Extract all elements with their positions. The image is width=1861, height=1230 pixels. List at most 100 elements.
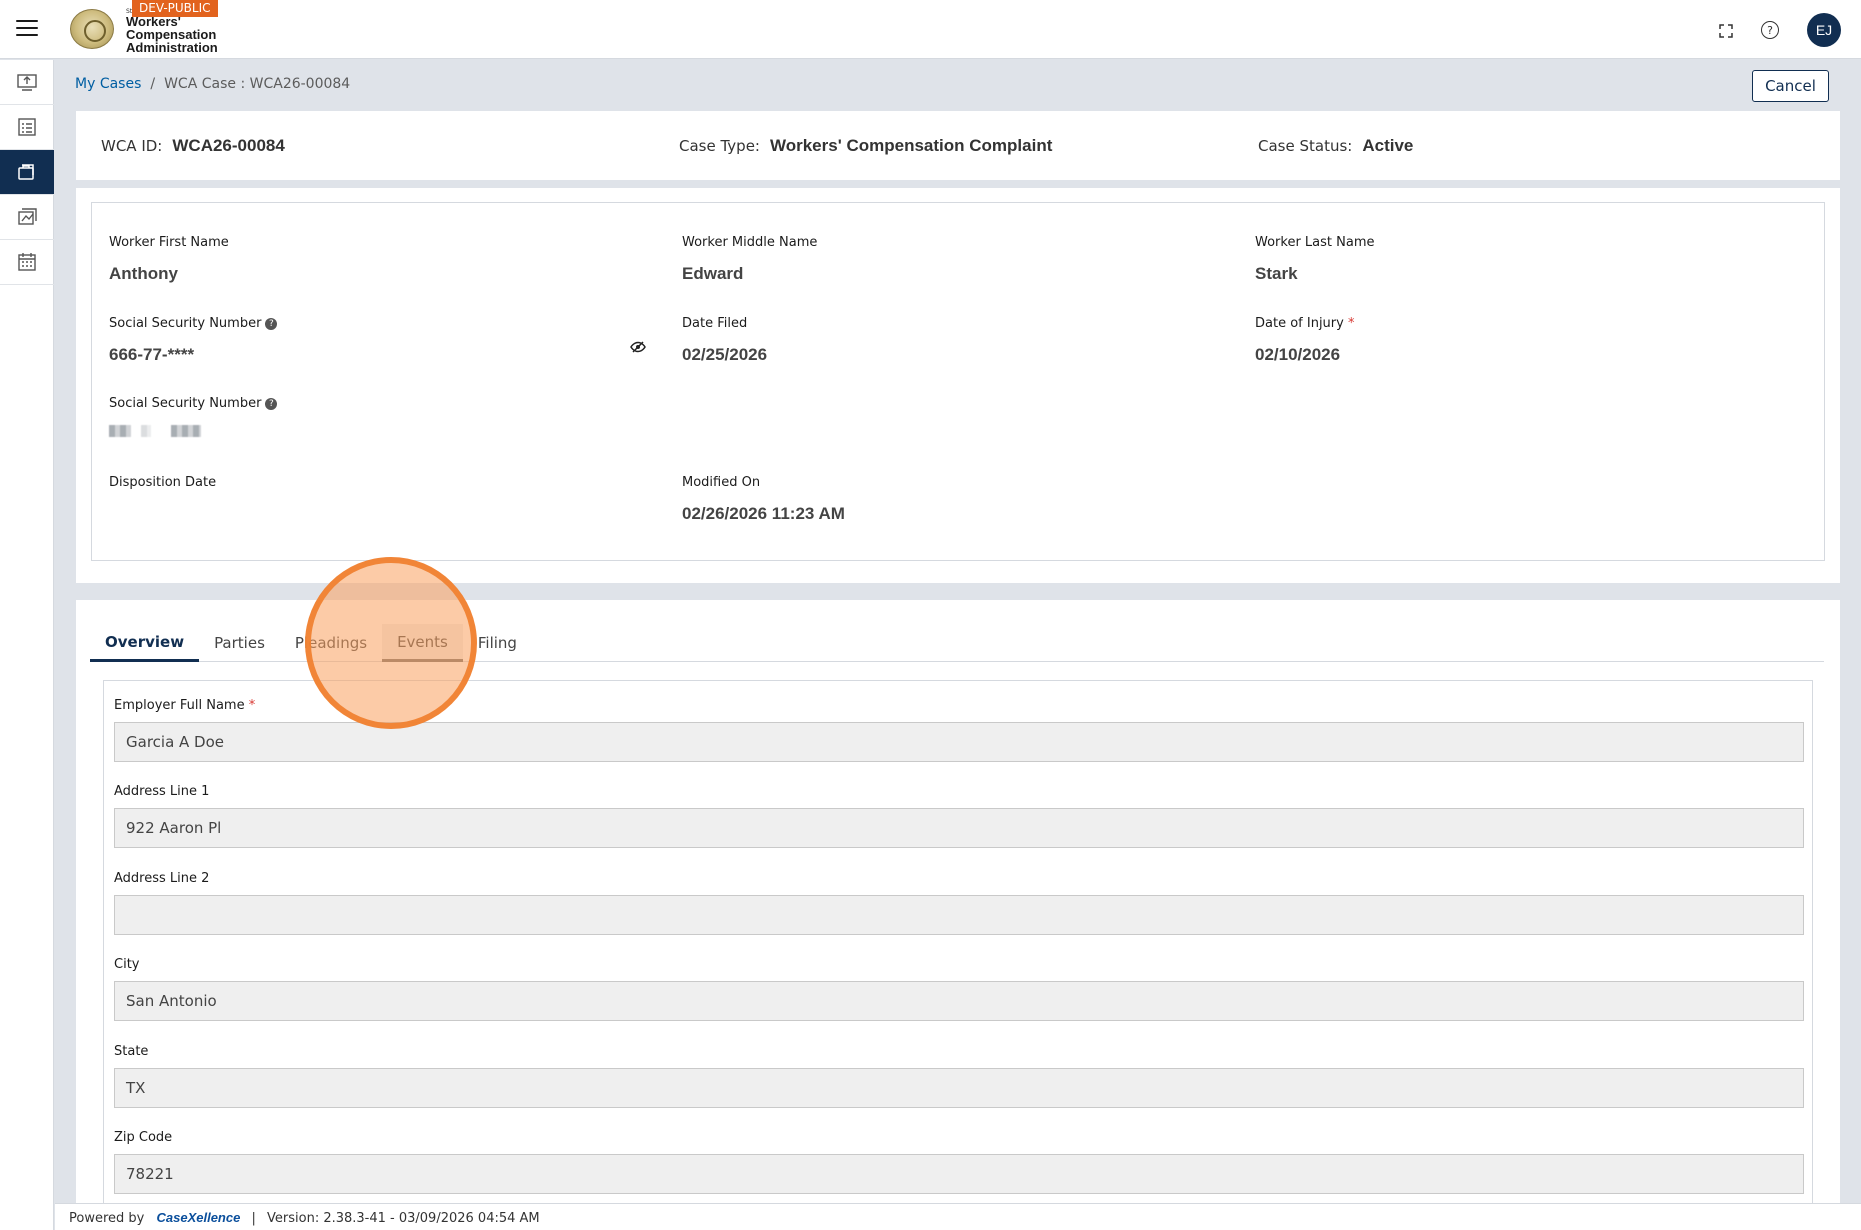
cases-icon bbox=[18, 208, 37, 225]
date-of-injury-value: 02/10/2026 bbox=[1255, 345, 1341, 364]
breadcrumb: My Cases / WCA Case : WCA26-00084 bbox=[75, 76, 350, 92]
date-filed-value: 02/25/2026 bbox=[682, 345, 768, 364]
employer-name-label-text: Employer Full Name bbox=[114, 698, 245, 713]
overview-form: Employer Full Name * Garcia A Doe Addres… bbox=[103, 680, 1813, 1230]
tab-parties[interactable]: Parties bbox=[199, 624, 280, 662]
ssn-label-text: Social Security Number bbox=[109, 316, 262, 331]
address-line-1-field: Address Line 1 922 Aaron Pl bbox=[114, 784, 1804, 848]
rail-item-documents[interactable] bbox=[0, 195, 54, 240]
tab-filing[interactable]: Filing bbox=[463, 624, 532, 662]
brand-line-3: Administration bbox=[126, 40, 218, 55]
first-name-label: Worker First Name bbox=[109, 235, 229, 250]
state-field: State TX bbox=[114, 1044, 1804, 1108]
briefcase-icon bbox=[18, 164, 34, 180]
address-line-2-input[interactable] bbox=[114, 895, 1804, 935]
breadcrumb-current: WCA Case : WCA26-00084 bbox=[164, 76, 351, 92]
modified-on-value: 02/26/2026 11:23 AM bbox=[682, 504, 845, 523]
date-filed-field: Date Filed 02/25/2026 bbox=[682, 316, 767, 365]
ssn-masked-label-text: Social Security Number bbox=[109, 396, 262, 411]
case-summary-card: WCA ID: WCA26-00084 Case Type: Workers' Co… bbox=[76, 111, 1840, 180]
masked-digits bbox=[141, 425, 151, 437]
date-of-injury-field: Date of Injury * 02/10/2026 bbox=[1255, 316, 1354, 365]
city-input[interactable]: San Antonio bbox=[114, 981, 1804, 1021]
question-circle-icon[interactable]: ? bbox=[265, 398, 278, 410]
address-line-2-field: Address Line 2 bbox=[114, 871, 1804, 935]
masked-digits bbox=[171, 425, 201, 437]
tab-overview[interactable]: Overview bbox=[90, 624, 200, 662]
modified-on-label: Modified On bbox=[682, 475, 761, 490]
address-line-1-input[interactable]: 922 Aaron Pl bbox=[114, 808, 1804, 848]
last-name-value: Stark bbox=[1255, 264, 1298, 283]
city-field: City San Antonio bbox=[114, 957, 1804, 1021]
date-filed-label: Date Filed bbox=[682, 316, 748, 331]
calendar-icon bbox=[18, 253, 36, 271]
footer: Powered by CaseXellence | Version: 2.38.… bbox=[55, 1203, 1861, 1230]
disposition-date-label: Disposition Date bbox=[109, 475, 217, 490]
required-marker: * bbox=[1347, 316, 1355, 331]
fullscreen-icon[interactable] bbox=[1719, 23, 1733, 38]
zip-code-field: Zip Code 78221 bbox=[114, 1130, 1804, 1194]
date-of-injury-label-text: Date of Injury bbox=[1255, 316, 1344, 331]
modified-on-field: Modified On 02/26/2026 11:23 AM bbox=[682, 475, 845, 524]
question-circle-icon[interactable]: ? bbox=[265, 318, 278, 330]
middle-name-value: Edward bbox=[682, 264, 744, 283]
disposition-date-field: Disposition Date bbox=[109, 475, 216, 490]
case-type: Case Type: Workers' Compensation Complain… bbox=[679, 136, 1052, 156]
ssn-masked-input[interactable] bbox=[109, 425, 277, 437]
last-name-label: Worker Last Name bbox=[1255, 235, 1375, 250]
tab-pleadings[interactable]: Pleadings bbox=[280, 624, 382, 662]
top-right-actions: ? EJ bbox=[1719, 13, 1841, 47]
rail-item-calendar[interactable] bbox=[0, 240, 54, 285]
top-bar: St Workers' Compensation Administration … bbox=[0, 0, 1861, 59]
version-text: Version: 2.38.3-41 - 03/09/2026 04:54 AM bbox=[267, 1211, 540, 1226]
middle-name-field: Worker Middle Name Edward bbox=[682, 235, 817, 284]
case-status-label: Case Status: bbox=[1258, 137, 1353, 155]
help-icon[interactable]: ? bbox=[1761, 21, 1779, 39]
wca-id-label: WCA ID: bbox=[101, 137, 163, 155]
rail-item-cases[interactable] bbox=[0, 150, 54, 195]
upload-monitor-icon bbox=[17, 74, 37, 91]
first-name-field: Worker First Name Anthony bbox=[109, 235, 229, 284]
breadcrumb-separator: / bbox=[150, 76, 156, 92]
brand-name: Workers' Compensation Administration bbox=[126, 15, 218, 54]
case-type-label: Case Type: bbox=[679, 137, 760, 155]
eye-slash-icon[interactable] bbox=[630, 339, 646, 358]
breadcrumb-my-cases-link[interactable]: My Cases bbox=[75, 76, 141, 92]
wca-id: WCA ID: WCA26-00084 bbox=[101, 136, 285, 156]
masked-digits bbox=[109, 425, 131, 437]
user-avatar[interactable]: EJ bbox=[1807, 13, 1841, 47]
case-type-value: Workers' Compensation Complaint bbox=[769, 136, 1053, 155]
menu-icon[interactable] bbox=[16, 20, 38, 38]
left-navigation-rail bbox=[0, 60, 54, 1230]
powered-by-text: Powered by bbox=[69, 1211, 145, 1226]
last-name-field: Worker Last Name Stark bbox=[1255, 235, 1375, 284]
wca-id-value: WCA26-00084 bbox=[172, 136, 285, 155]
address-line-2-label: Address Line 2 bbox=[114, 871, 210, 886]
case-status-value: Active bbox=[1362, 136, 1414, 155]
checklist-icon bbox=[18, 118, 36, 136]
worker-details-panel: Worker First Name Anthony Worker Middle … bbox=[91, 202, 1825, 561]
employer-name-input[interactable]: Garcia A Doe bbox=[114, 722, 1804, 762]
required-marker: * bbox=[248, 698, 256, 713]
cancel-button[interactable]: Cancel bbox=[1752, 70, 1829, 102]
case-tabs-card: Overview Parties Pleadings Events Filing… bbox=[76, 600, 1840, 1230]
state-seal-logo bbox=[70, 9, 114, 49]
ssn-label: Social Security Number? bbox=[109, 316, 278, 331]
ssn-masked-field: Social Security Number? bbox=[109, 396, 278, 437]
tab-events[interactable]: Events bbox=[382, 624, 463, 662]
employer-name-field: Employer Full Name * Garcia A Doe bbox=[114, 698, 1804, 762]
state-label: State bbox=[114, 1044, 149, 1059]
address-line-1-label: Address Line 1 bbox=[114, 784, 210, 799]
city-label: City bbox=[114, 957, 140, 972]
employer-name-label: Employer Full Name * bbox=[114, 698, 1804, 713]
environment-badge: DEV-PUBLIC bbox=[132, 0, 218, 17]
rail-item-tasks[interactable] bbox=[0, 105, 54, 150]
rail-item-upload[interactable] bbox=[0, 60, 54, 105]
state-input[interactable]: TX bbox=[114, 1068, 1804, 1108]
case-tabs: Overview Parties Pleadings Events Filing bbox=[90, 624, 1824, 662]
case-status: Case Status: Active bbox=[1258, 136, 1413, 156]
zip-code-input[interactable]: 78221 bbox=[114, 1154, 1804, 1194]
worker-details-card: Worker First Name Anthony Worker Middle … bbox=[76, 188, 1840, 583]
casexellence-logo: CaseXellence bbox=[156, 1210, 241, 1225]
footer-separator: | bbox=[251, 1211, 256, 1226]
